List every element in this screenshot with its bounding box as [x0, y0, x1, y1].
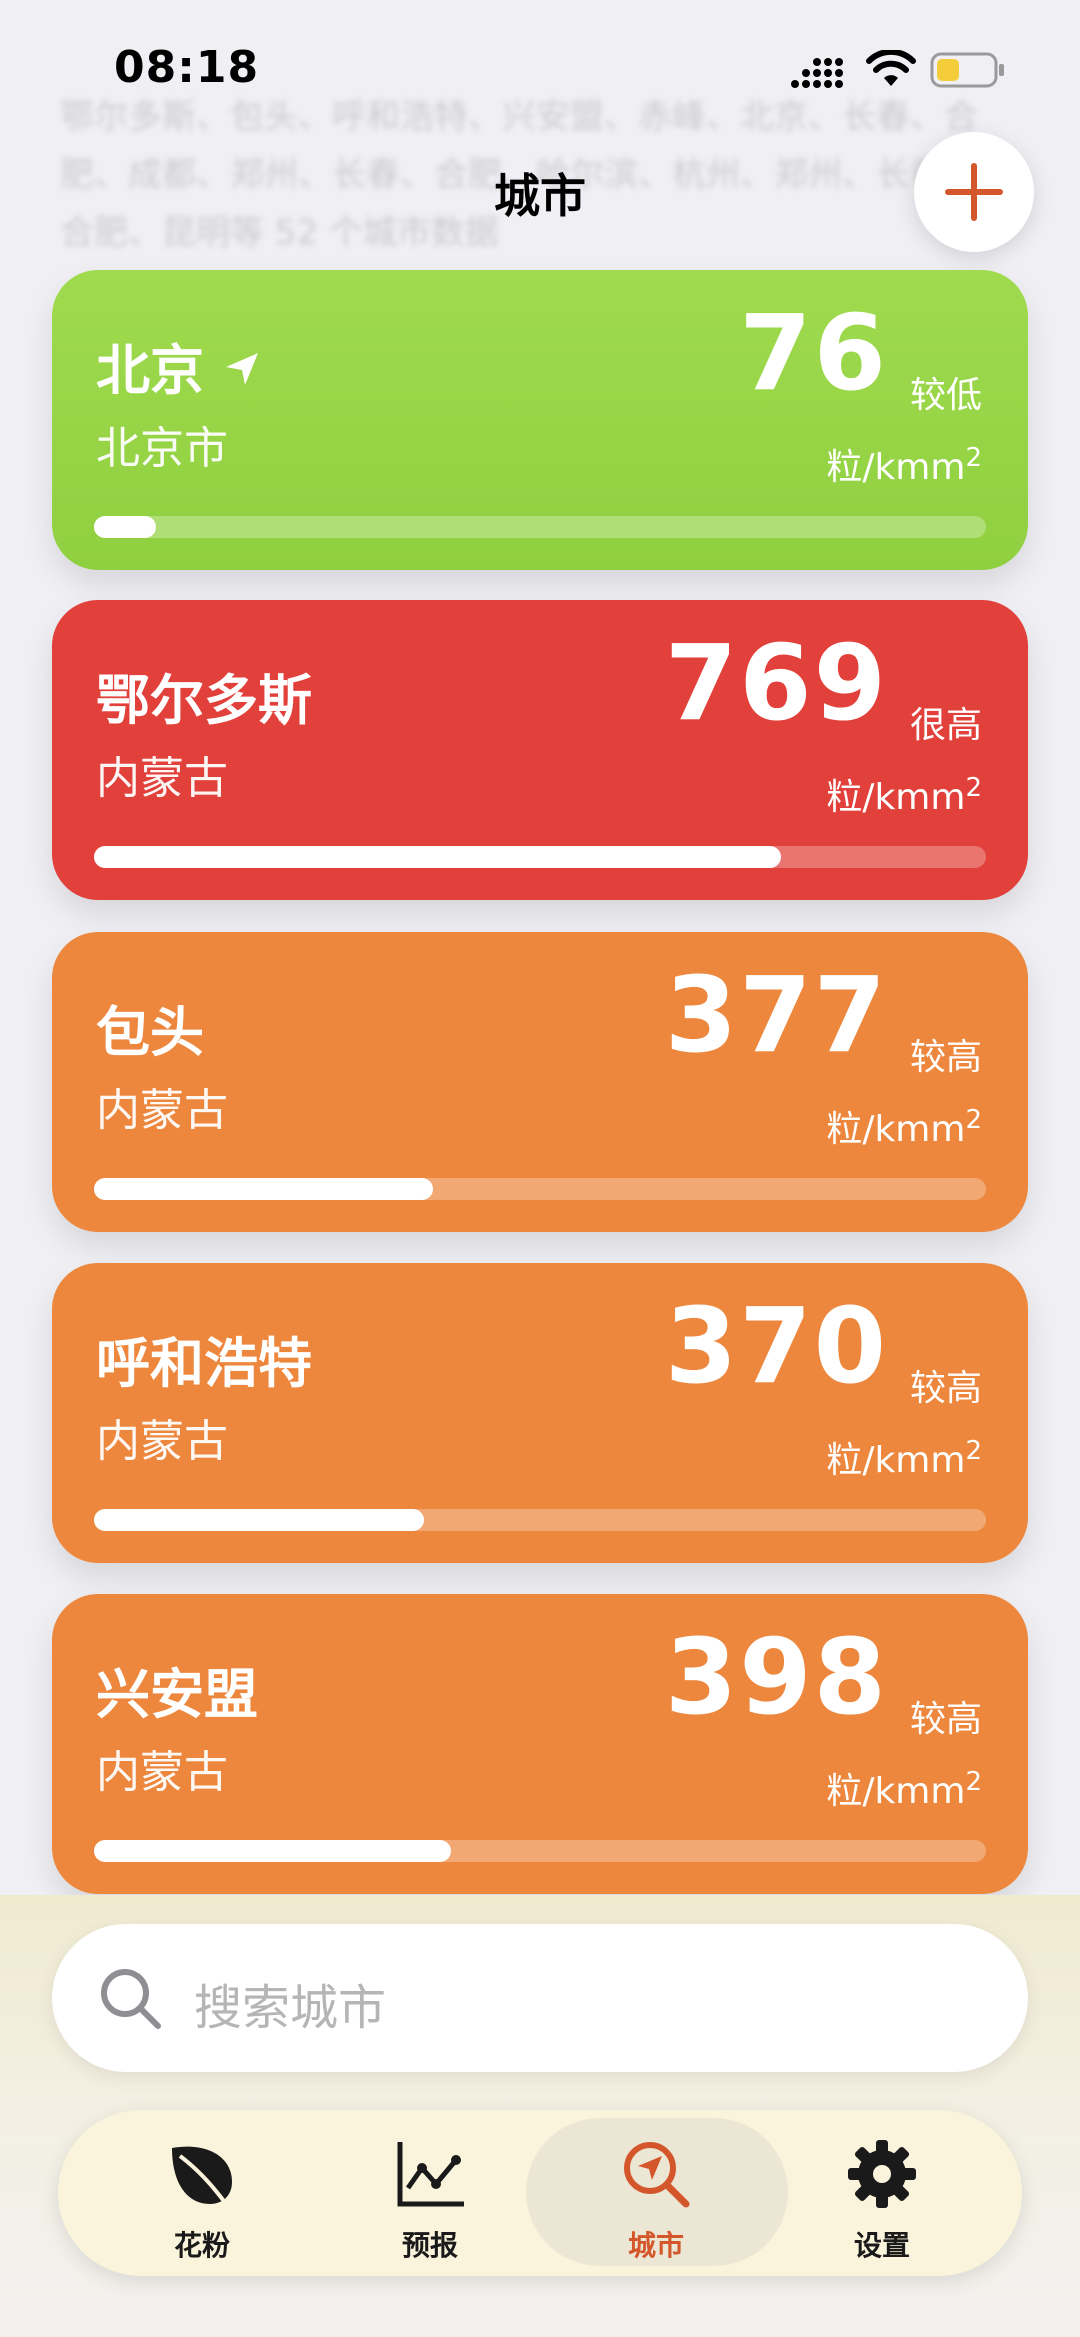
pollen-progress-track — [94, 1840, 986, 1862]
pollen-progress-track — [94, 516, 986, 538]
unit-exponent: 2 — [965, 1436, 982, 1466]
search-icon — [101, 1969, 161, 2029]
city-card-ordos[interactable]: 鄂尔多斯 内蒙古 769 很高 粒/kmm2 — [52, 600, 1028, 900]
pollen-progress-fill — [94, 846, 781, 868]
city-region: 内蒙古 — [96, 753, 228, 804]
unit-text: 粒/kmm — [826, 447, 966, 488]
pollen-progress-fill — [94, 1840, 451, 1862]
tab-pollen[interactable]: 花粉 — [102, 2110, 302, 2276]
tab-forecast[interactable]: 预报 — [330, 2110, 530, 2276]
unit-exponent: 2 — [965, 1767, 982, 1797]
pollen-progress-track — [94, 1509, 986, 1531]
pollen-level: 很高 — [909, 705, 982, 746]
leaf-icon — [172, 2146, 232, 2206]
city-name-text: 北京 — [96, 339, 204, 402]
battery-icon — [930, 52, 1004, 88]
pollen-unit: 粒/kmm2 — [826, 1762, 982, 1814]
cellular-signal-icon — [791, 58, 843, 88]
unit-text: 粒/kmm — [826, 1440, 966, 1481]
tab-bar: 花粉 预报 城市 设置 — [58, 2110, 1022, 2276]
city-name: 包头 — [96, 1001, 204, 1064]
gear-icon — [848, 2140, 916, 2208]
city-name: 兴安盟 — [96, 1663, 258, 1726]
pollen-unit: 粒/kmm2 — [826, 768, 982, 820]
pollen-progress-fill — [94, 1509, 425, 1531]
pollen-progress-fill — [94, 1178, 433, 1200]
tab-cities[interactable]: 城市 — [526, 2110, 788, 2276]
add-city-button[interactable] — [914, 132, 1034, 252]
pollen-progress-track — [94, 846, 986, 868]
city-card-baotou[interactable]: 包头 内蒙古 377 较高 粒/kmm2 — [52, 932, 1028, 1232]
pollen-level: 较高 — [909, 1037, 982, 1078]
tab-label: 预报 — [401, 2229, 458, 2262]
location-arrow-icon — [226, 353, 258, 386]
pollen-value: 769 — [664, 622, 888, 744]
city-region: 北京市 — [96, 423, 228, 474]
tab-label: 城市 — [627, 2229, 684, 2262]
pollen-unit: 粒/kmm2 — [826, 438, 982, 490]
city-card-beijing[interactable]: 北京 北京市 76 较低 粒/kmm2 — [52, 270, 1028, 570]
pollen-unit: 粒/kmm2 — [826, 1100, 982, 1152]
search-input[interactable]: 搜索城市 — [52, 1924, 1028, 2072]
city-name: 鄂尔多斯 — [96, 669, 312, 732]
unit-exponent: 2 — [965, 443, 982, 473]
city-region: 内蒙古 — [96, 1085, 228, 1136]
unit-text: 粒/kmm — [826, 1109, 966, 1150]
pollen-level: 较高 — [909, 1699, 982, 1740]
city-name: 北京 — [96, 326, 262, 405]
pollen-level: 较高 — [909, 1368, 982, 1409]
city-name: 呼和浩特 — [96, 1332, 312, 1395]
unit-exponent: 2 — [965, 1105, 982, 1135]
location-search-icon — [624, 2142, 690, 2208]
city-card-xinganmeng[interactable]: 兴安盟 内蒙古 398 较高 粒/kmm2 — [52, 1594, 1028, 1894]
pollen-progress-track — [94, 1178, 986, 1200]
unit-text: 粒/kmm — [826, 777, 966, 818]
pollen-value: 76 — [739, 292, 888, 414]
city-region: 内蒙古 — [96, 1747, 228, 1798]
search-placeholder: 搜索城市 — [194, 1980, 387, 2036]
pollen-unit: 粒/kmm2 — [826, 1431, 982, 1483]
wifi-icon — [866, 50, 916, 86]
pollen-value: 370 — [664, 1285, 888, 1407]
tab-label: 花粉 — [173, 2229, 230, 2262]
pollen-level: 较低 — [909, 375, 982, 416]
unit-exponent: 2 — [965, 773, 982, 803]
unit-text: 粒/kmm — [826, 1771, 966, 1812]
tab-settings[interactable]: 设置 — [782, 2110, 982, 2276]
pollen-progress-fill — [94, 516, 157, 538]
tab-label: 设置 — [853, 2229, 910, 2262]
pollen-value: 398 — [664, 1616, 888, 1738]
plus-icon — [945, 163, 1003, 221]
pollen-value: 377 — [664, 954, 888, 1076]
city-card-hohhot[interactable]: 呼和浩特 内蒙古 370 较高 粒/kmm2 — [52, 1263, 1028, 1563]
status-time: 08:18 — [114, 42, 260, 93]
city-region: 内蒙古 — [96, 1416, 228, 1467]
chart-line-icon — [397, 2142, 464, 2207]
